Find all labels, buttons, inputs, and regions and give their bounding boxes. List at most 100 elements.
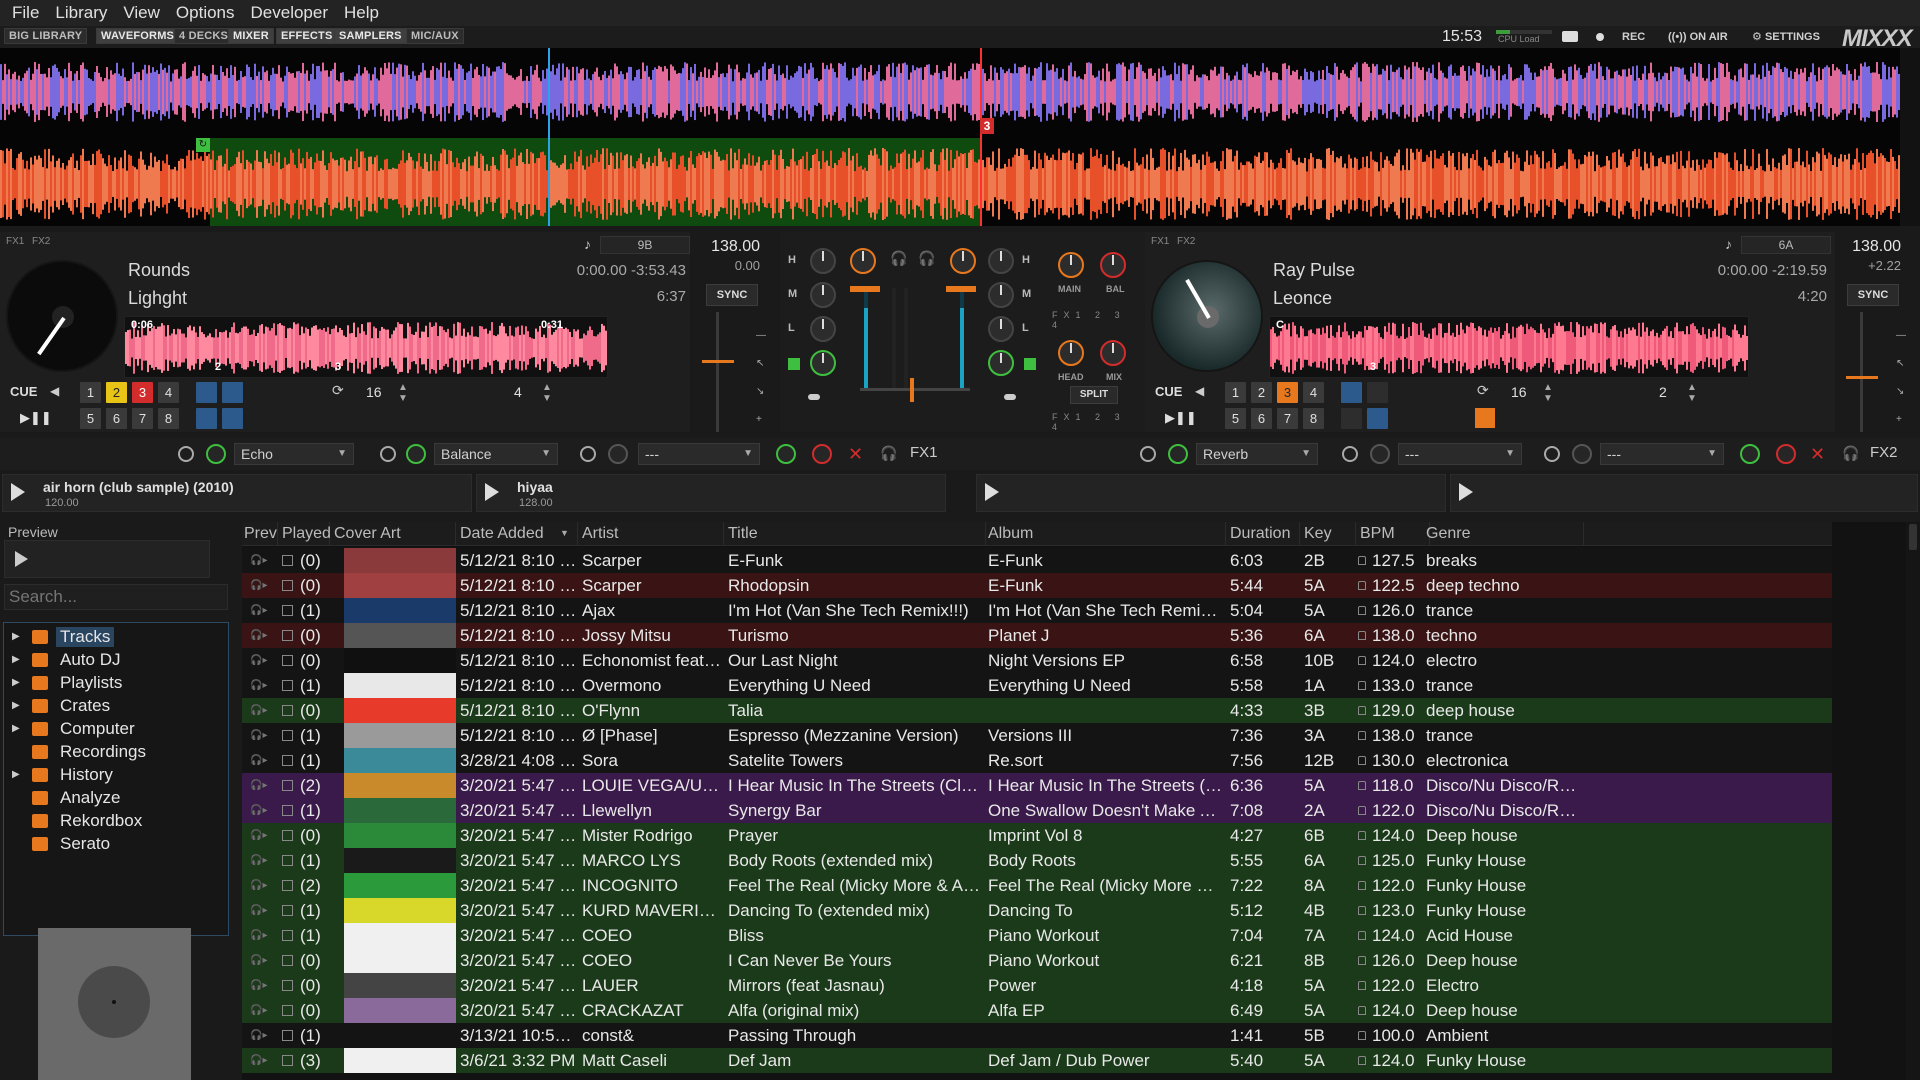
expand-arrow-icon[interactable]: ▶ — [12, 677, 26, 688]
deck1-hotcue-1[interactable]: 1 — [80, 382, 101, 403]
table-row[interactable]: 🎧▸ (0) 5/12/21 8:10 PM O'Flynn Talia 4:33 3B 12… — [242, 698, 1832, 723]
preview-headphone-icon[interactable]: 🎧▸ — [250, 830, 267, 841]
played-checkbox[interactable] — [282, 655, 293, 666]
scrollbar-thumb[interactable] — [1909, 524, 1917, 550]
deck1-hotcue-4[interactable]: 4 — [158, 382, 179, 403]
toggle-4-decks[interactable]: 4 DECKS — [174, 28, 234, 44]
deck2-sync-button[interactable]: SYNC — [1847, 284, 1899, 306]
fx1-slot1-power-icon[interactable] — [178, 446, 194, 462]
bpm-lock-icon[interactable] — [1358, 781, 1366, 790]
played-checkbox[interactable] — [282, 730, 293, 741]
deck2-repeat-button[interactable] — [1367, 408, 1388, 429]
sidebar-item-analyze[interactable]: Analyze — [4, 786, 228, 809]
bpm-lock-icon[interactable] — [1358, 931, 1366, 940]
fx1-slot2-select[interactable]: Balance ▼ — [434, 443, 558, 465]
preview-headphone-icon[interactable]: 🎧▸ — [250, 780, 267, 791]
fx2-slot3-select[interactable]: --- ▼ — [1600, 443, 1724, 465]
menu-file[interactable]: File — [6, 3, 47, 23]
preview-headphone-icon[interactable]: 🎧▸ — [250, 555, 267, 566]
deck2-overview-waveform[interactable]: C 3 — [1269, 316, 1749, 378]
fx2-slot1-power-icon[interactable] — [1140, 446, 1156, 462]
sidebar-item-history[interactable]: ▶ History — [4, 763, 228, 786]
sampler-4-play-icon[interactable] — [1459, 483, 1473, 501]
deck1-beatloop-stepper[interactable]: ▲ ▼ — [398, 382, 408, 404]
played-checkbox[interactable] — [282, 755, 293, 766]
deck2-hotcue-4[interactable]: 4 — [1303, 382, 1324, 403]
table-row[interactable]: 🎧▸ (1) 3/20/21 5:47 PM KURD MAVERICK Dancing… — [242, 898, 1832, 923]
fx1-bypass-icon[interactable]: ✕ — [848, 444, 863, 465]
fx2-slot3-meta-knob[interactable] — [1572, 444, 1592, 464]
deck1-beatloop-size[interactable]: 16 — [366, 384, 382, 400]
played-checkbox[interactable] — [282, 780, 293, 791]
bpm-lock-icon[interactable] — [1358, 831, 1366, 840]
deck1-fx2-tab[interactable]: FX2 — [32, 236, 50, 247]
deck1-keylock-button[interactable] — [222, 382, 243, 403]
preview-headphone-icon[interactable]: 🎧▸ — [250, 1030, 267, 1041]
bpm-lock-icon[interactable] — [1358, 681, 1366, 690]
fx2-slot1-meta-knob[interactable] — [1168, 444, 1188, 464]
fx1-slot3-meta-knob[interactable] — [608, 444, 628, 464]
deck2-rewind-icon[interactable]: ◀ — [1195, 384, 1204, 398]
deck1-filter-knob[interactable] — [810, 350, 836, 376]
toggle-mic-aux[interactable]: MIC/AUX — [406, 28, 464, 44]
waveform-side-controls[interactable] — [1900, 48, 1920, 226]
deck2-beatjump-stepper[interactable]: ▲ ▼ — [1687, 382, 1697, 404]
deck2-fx-enable-led[interactable] — [1024, 358, 1036, 370]
fx2-mix-knob[interactable] — [1740, 444, 1760, 464]
bpm-lock-icon[interactable] — [1358, 756, 1366, 765]
toggle-waveforms[interactable]: WAVEFORMS — [96, 28, 180, 44]
preview-headphone-icon[interactable]: 🎧▸ — [250, 630, 267, 641]
bpm-lock-icon[interactable] — [1358, 1031, 1366, 1040]
played-checkbox[interactable] — [282, 830, 293, 841]
deck2-beatloop-size[interactable]: 16 — [1511, 384, 1527, 400]
bpm-lock-icon[interactable] — [1358, 656, 1366, 665]
table-row[interactable]: 🎧▸ (2) 3/20/21 5:47 PMLOUIE VEGA/UNLI... I … — [242, 773, 1832, 798]
preview-headphone-icon[interactable]: 🎧▸ — [250, 605, 267, 616]
search-input[interactable] — [4, 584, 228, 610]
deck1-volume-fader[interactable] — [850, 286, 880, 292]
fx2-slot2-power-icon[interactable] — [1342, 446, 1358, 462]
bpm-lock-icon[interactable] — [1358, 731, 1366, 740]
deck1-cue-button[interactable]: CUE — [10, 384, 37, 399]
column-header-bpm[interactable]: BPM — [1358, 522, 1430, 546]
fx2-bypass-icon[interactable]: ✕ — [1810, 444, 1825, 465]
sampler-2[interactable]: hiyaa 128.00 — [476, 474, 946, 512]
played-checkbox[interactable] — [282, 705, 293, 716]
deck2-rate-handle[interactable] — [1846, 376, 1878, 379]
column-header-duration[interactable]: Duration — [1228, 522, 1300, 546]
deck1-beatjump-stepper[interactable]: ▲ ▼ — [542, 382, 552, 404]
table-row[interactable]: 🎧▸ (0) 5/12/21 8:10 PM Jossy Mitsu Turismo Pl… — [242, 623, 1832, 648]
expand-arrow-icon[interactable]: ▶ — [12, 700, 26, 711]
sampler-2-play-icon[interactable] — [485, 483, 499, 501]
preview-headphone-icon[interactable]: 🎧▸ — [250, 1055, 267, 1066]
fx1-slot1-select[interactable]: Echo ▼ — [234, 443, 354, 465]
deck2-spinny-vinyl[interactable] — [1151, 260, 1263, 372]
preview-play-icon[interactable] — [15, 551, 28, 567]
bpm-lock-icon[interactable] — [1358, 956, 1366, 965]
deck1-repeat-button[interactable] — [222, 408, 243, 429]
sampler-1[interactable]: air horn (club sample) (2010) 120.00 — [2, 474, 472, 512]
fx2-headphone-icon[interactable]: 🎧 — [1842, 445, 1859, 462]
fx1-slot3-power-icon[interactable] — [580, 446, 596, 462]
sidebar-item-rekordbox[interactable]: Rekordbox — [4, 809, 228, 832]
toggle-big-library[interactable]: BIG LIBRARY — [4, 28, 88, 44]
table-row[interactable]: 🎧▸ (0) 5/12/21 8:10 PM Scarper Rhodopsin E-Fu… — [242, 573, 1832, 598]
fx1-super-knob[interactable] — [812, 444, 832, 464]
headphone-mix-knob[interactable] — [1100, 340, 1126, 366]
sidebar-item-computer[interactable]: ▶ Computer — [4, 717, 228, 740]
preview-headphone-icon[interactable]: 🎧▸ — [250, 905, 267, 916]
bpm-lock-icon[interactable] — [1358, 706, 1366, 715]
table-row[interactable]: 🎧▸ (0) 3/20/21 5:47 PM Mister Rodrigo Prayer… — [242, 823, 1832, 848]
deck2-loop-active-button[interactable] — [1475, 408, 1495, 428]
played-checkbox[interactable] — [282, 905, 293, 916]
deck1-beatjump-size[interactable]: 4 — [514, 384, 522, 400]
deck2-beatjump-size[interactable]: 2 — [1659, 384, 1667, 400]
played-checkbox[interactable] — [282, 955, 293, 966]
crossfader-handle[interactable] — [910, 378, 914, 402]
bpm-lock-icon[interactable] — [1358, 1056, 1366, 1065]
expand-arrow-icon[interactable]: ▶ — [12, 723, 26, 734]
crossfader-track[interactable] — [860, 388, 970, 391]
on-air-button[interactable]: ((•)) ON AIR — [1668, 26, 1728, 48]
table-row[interactable]: 🎧▸ (1) 5/12/21 8:10 PM Ajax I'm Hot (Van She… — [242, 598, 1832, 623]
deck1-fx1-tab[interactable]: FX1 — [6, 236, 24, 247]
